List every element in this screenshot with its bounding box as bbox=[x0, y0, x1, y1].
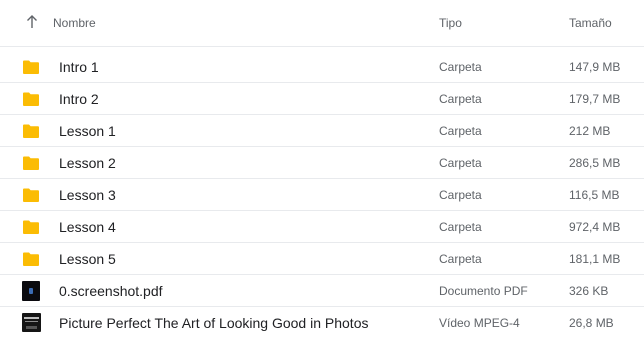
file-size: 326 KB bbox=[569, 284, 609, 298]
column-header-row: Nombre Tipo Tamaño bbox=[0, 0, 644, 47]
file-size: 116,5 MB bbox=[569, 188, 620, 202]
folder-icon bbox=[23, 252, 39, 266]
file-name: 0.screenshot.pdf bbox=[59, 283, 163, 299]
file-row[interactable]: 0.screenshot.pdf Documento PDF 326 KB bbox=[0, 275, 644, 307]
file-name: Intro 1 bbox=[59, 59, 99, 75]
file-list: Nombre Tipo Tamaño Intro 1 Carpeta 147,9… bbox=[0, 0, 644, 332]
file-row[interactable]: Intro 2 Carpeta 179,7 MB bbox=[0, 83, 644, 115]
file-type: Carpeta bbox=[439, 124, 482, 138]
file-size: 147,9 MB bbox=[569, 60, 621, 74]
column-header-size[interactable]: Tamaño bbox=[569, 16, 612, 30]
file-type: Carpeta bbox=[439, 188, 482, 202]
file-type: Carpeta bbox=[439, 252, 482, 266]
file-name: Lesson 4 bbox=[59, 219, 116, 235]
file-size: 179,7 MB bbox=[569, 92, 621, 106]
folder-icon bbox=[23, 156, 39, 170]
file-row[interactable]: Lesson 5 Carpeta 181,1 MB bbox=[0, 243, 644, 275]
file-size: 181,1 MB bbox=[569, 252, 621, 266]
column-header-name[interactable]: Nombre bbox=[53, 16, 96, 30]
file-row[interactable]: Picture Perfect The Art of Looking Good … bbox=[0, 307, 644, 339]
pdf-thumbnail-icon bbox=[22, 281, 40, 301]
file-type: Carpeta bbox=[439, 92, 482, 106]
file-type: Carpeta bbox=[439, 220, 482, 234]
folder-icon bbox=[23, 220, 39, 234]
file-size: 212 MB bbox=[569, 124, 611, 138]
file-row[interactable]: Lesson 1 Carpeta 212 MB bbox=[0, 115, 644, 147]
folder-icon bbox=[23, 60, 39, 74]
file-row[interactable]: Lesson 4 Carpeta 972,4 MB bbox=[0, 211, 644, 243]
file-row[interactable]: Lesson 2 Carpeta 286,5 MB bbox=[0, 147, 644, 179]
file-type: Vídeo MPEG-4 bbox=[439, 316, 520, 330]
file-name: Lesson 3 bbox=[59, 187, 116, 203]
file-row[interactable]: Intro 1 Carpeta 147,9 MB bbox=[0, 51, 644, 83]
file-name: Lesson 1 bbox=[59, 123, 116, 139]
file-size: 972,4 MB bbox=[569, 220, 621, 234]
file-type: Carpeta bbox=[439, 156, 482, 170]
column-header-type[interactable]: Tipo bbox=[439, 16, 462, 30]
file-type: Carpeta bbox=[439, 60, 482, 74]
file-rows: Intro 1 Carpeta 147,9 MB Intro 2 Carpeta… bbox=[0, 51, 644, 339]
file-size: 286,5 MB bbox=[569, 156, 621, 170]
folder-icon bbox=[23, 188, 39, 202]
file-row[interactable]: Lesson 3 Carpeta 116,5 MB bbox=[0, 179, 644, 211]
video-thumbnail-icon bbox=[22, 313, 41, 332]
file-name: Picture Perfect The Art of Looking Good … bbox=[59, 315, 369, 331]
file-type: Documento PDF bbox=[439, 284, 528, 298]
folder-icon bbox=[23, 124, 39, 138]
file-name: Lesson 2 bbox=[59, 155, 116, 171]
folder-icon bbox=[23, 92, 39, 106]
arrow-up-icon[interactable] bbox=[24, 13, 40, 31]
file-name: Intro 2 bbox=[59, 91, 99, 107]
file-name: Lesson 5 bbox=[59, 251, 116, 267]
file-size: 26,8 MB bbox=[569, 316, 614, 330]
